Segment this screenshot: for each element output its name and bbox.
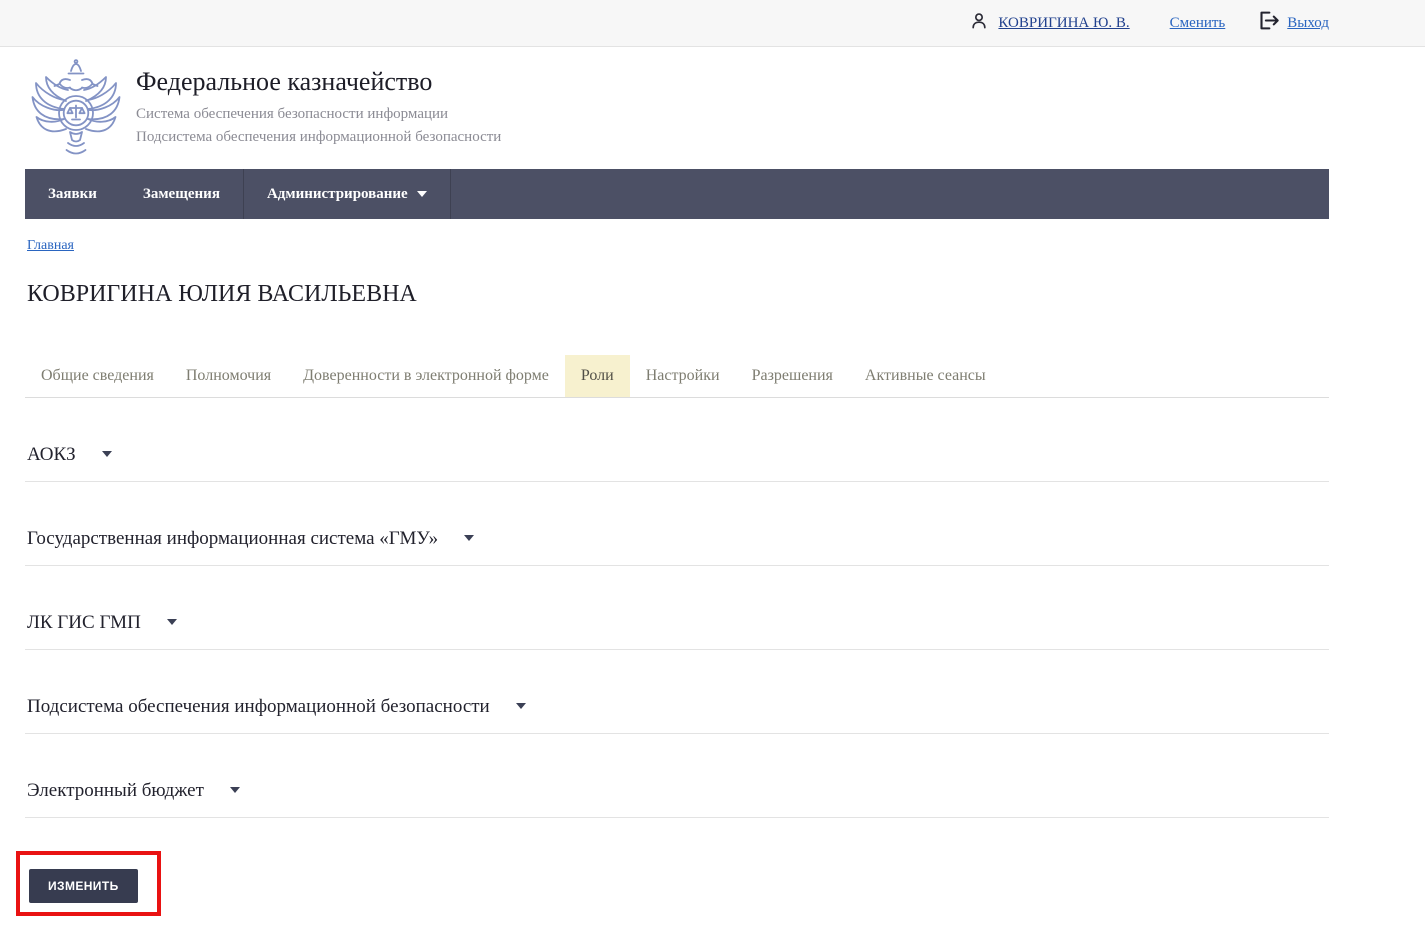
tab-nastroyki[interactable]: Настройки <box>630 355 736 397</box>
section-podsistema-ib[interactable]: Подсистема обеспечения информационной бе… <box>25 650 1329 734</box>
nav-item-label: Администрирование <box>267 186 408 203</box>
chevron-down-icon <box>167 619 177 625</box>
edit-button[interactable]: ИЗМЕНИТЬ <box>29 869 138 903</box>
treasury-emblem-logo <box>30 57 122 159</box>
top-user-bar: КОВРИГИНА Ю. В. Сменить Выход <box>0 0 1425 47</box>
site-header: Федеральное казначейство Система обеспеч… <box>0 47 1425 169</box>
logout-link[interactable]: Выход <box>1257 10 1329 36</box>
edit-button-area: ИЗМЕНИТЬ <box>29 869 138 903</box>
page-title: КОВРИГИНА ЮЛИЯ ВАСИЛЬЕВНА <box>27 281 1425 308</box>
tab-polnomochiya[interactable]: Полномочия <box>170 355 287 397</box>
org-subtitle-1: Система обеспечения безопасности информа… <box>136 106 501 123</box>
chevron-down-icon <box>230 787 240 793</box>
tab-obshchie-svedeniya[interactable]: Общие сведения <box>25 355 170 397</box>
nav-item-zameshcheniya[interactable]: Замещения <box>120 169 243 219</box>
user-icon <box>969 11 989 36</box>
nav-item-administrirovanie[interactable]: Администрирование <box>243 169 451 219</box>
tab-aktivnye-seansy[interactable]: Активные сеансы <box>849 355 1002 397</box>
breadcrumb: Главная <box>27 238 1425 254</box>
section-gis-gmu[interactable]: Государственная информационная система «… <box>25 482 1329 566</box>
section-aokz[interactable]: АОКЗ <box>25 398 1329 482</box>
section-title: Подсистема обеспечения информационной бе… <box>27 696 490 717</box>
chevron-down-icon <box>417 191 427 197</box>
section-title: Электронный бюджет <box>27 780 204 801</box>
tab-razresheniya[interactable]: Разрешения <box>736 355 849 397</box>
nav-item-label: Замещения <box>143 186 220 203</box>
nav-item-label: Заявки <box>48 186 97 203</box>
roles-accordion: АОКЗ Государственная информационная сист… <box>25 398 1329 818</box>
switch-user-link[interactable]: Сменить <box>1170 15 1226 32</box>
logout-icon <box>1257 10 1280 36</box>
nav-item-zayavki[interactable]: Заявки <box>25 169 120 219</box>
section-elektronny-byudzhet[interactable]: Электронный бюджет <box>25 734 1329 818</box>
chevron-down-icon <box>516 703 526 709</box>
profile-tabs: Общие сведения Полномочия Доверенности в… <box>25 355 1329 398</box>
section-lk-gis-gmp[interactable]: ЛК ГИС ГМП <box>25 566 1329 650</box>
chevron-down-icon <box>464 535 474 541</box>
org-title: Федеральное казначейство <box>136 67 501 97</box>
chevron-down-icon <box>102 451 112 457</box>
current-user-link[interactable]: КОВРИГИНА Ю. В. <box>998 15 1129 32</box>
tab-doverennosti[interactable]: Доверенности в электронной форме <box>287 355 565 397</box>
org-subtitle-2: Подсистема обеспечения информационной бе… <box>136 129 501 146</box>
tab-roli[interactable]: Роли <box>565 355 630 397</box>
main-nav: Заявки Замещения Администрирование <box>25 169 1329 219</box>
breadcrumb-home-link[interactable]: Главная <box>27 238 74 253</box>
section-title: Государственная информационная система «… <box>27 528 438 549</box>
logout-label: Выход <box>1287 15 1329 32</box>
section-title: АОКЗ <box>27 444 76 465</box>
section-title: ЛК ГИС ГМП <box>27 612 141 633</box>
